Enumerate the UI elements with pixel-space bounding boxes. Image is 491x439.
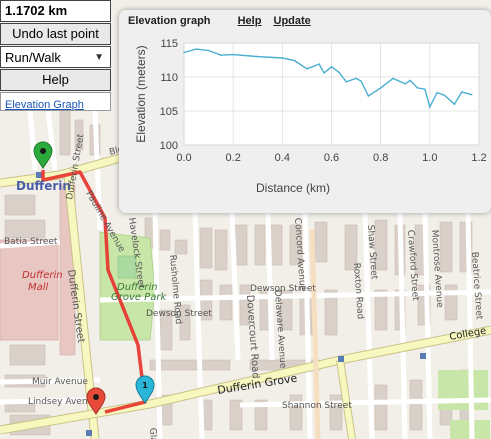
elevation-point bbox=[379, 87, 382, 89]
elevation-point bbox=[338, 71, 340, 73]
x-tick-label: 1.0 bbox=[422, 152, 437, 164]
elevation-point bbox=[443, 94, 446, 97]
elevation-point bbox=[345, 81, 348, 83]
y-tick-label: 115 bbox=[160, 38, 178, 50]
elevation-point bbox=[207, 49, 210, 52]
elevation-point bbox=[453, 103, 456, 105]
label-glad: Glad bbox=[147, 428, 158, 439]
elevation-point bbox=[306, 68, 308, 70]
x-tick-label: 0.2 bbox=[226, 152, 241, 164]
x-tick-label: 0.8 bbox=[373, 152, 388, 164]
label-dufferin-grove-park-line2: Grove Park bbox=[111, 292, 167, 303]
elevation-graph-link[interactable]: Elevation Graph bbox=[5, 99, 84, 111]
chevron-down-icon: ▼ bbox=[94, 51, 104, 63]
label-dufferin-station: Dufferin bbox=[16, 179, 71, 193]
elevation-point bbox=[183, 51, 185, 54]
label-shannon-street: Shannon Street bbox=[282, 401, 352, 411]
label-muir-avenue: Muir Avenue bbox=[32, 377, 88, 387]
elevation-point bbox=[355, 77, 357, 80]
elevation-point bbox=[367, 95, 370, 97]
route-controls: 1.1702 km Undo last point Run/Walk ▼ Hel… bbox=[0, 0, 111, 111]
elevation-point bbox=[323, 72, 325, 74]
elevation-point bbox=[461, 91, 463, 93]
label-dufferin-mall-line1: Dufferin bbox=[22, 270, 63, 281]
y-tick-label: 110 bbox=[160, 72, 178, 84]
undo-last-point-button[interactable]: Undo last point bbox=[0, 23, 111, 45]
elevation-point bbox=[318, 63, 320, 65]
x-tick-label: 0.4 bbox=[275, 152, 290, 164]
elevation-point bbox=[436, 91, 439, 94]
y-tick-labels: 100 105 110 115 bbox=[160, 38, 178, 152]
elevation-point bbox=[424, 88, 426, 90]
label-dufferin-mall-line2: Mall bbox=[28, 282, 49, 293]
park-area-east bbox=[438, 370, 488, 410]
end-marker-number: 1 bbox=[142, 381, 148, 390]
elevation-point bbox=[232, 53, 234, 56]
y-axis-label: Elevation (meters) bbox=[134, 45, 148, 142]
mode-select[interactable]: Run/Walk ▼ bbox=[0, 46, 111, 68]
elevation-point bbox=[281, 57, 284, 59]
y-tick-label: 100 bbox=[160, 140, 178, 152]
elevation-graph-link-box: Elevation Graph bbox=[0, 92, 111, 111]
x-tick-label: 0.0 bbox=[176, 152, 191, 164]
elevation-point bbox=[470, 93, 473, 96]
elevation-chart: 100 105 110 115 0.0 0.2 0.4 0.6 0.8 1.0 1.2 Dista… bbox=[134, 38, 487, 195]
elevation-point bbox=[330, 66, 333, 68]
elevation-point bbox=[220, 54, 222, 56]
x-tick-label: 0.6 bbox=[324, 152, 339, 164]
elevation-point bbox=[416, 87, 419, 89]
elevation-point bbox=[293, 59, 296, 62]
elevation-point bbox=[409, 79, 412, 82]
elevation-point bbox=[404, 83, 407, 85]
label-batia-street: Batia Street bbox=[4, 237, 58, 247]
x-tick-label: 1.2 bbox=[471, 152, 486, 164]
mode-select-value: Run/Walk bbox=[5, 49, 61, 65]
help-button[interactable]: Help bbox=[0, 69, 111, 91]
elevation-point bbox=[392, 77, 394, 80]
elevation-point bbox=[360, 80, 362, 82]
elevation-graph-panel: Elevation graph Help Update 100 105 110 115… bbox=[119, 10, 491, 213]
elevation-point bbox=[429, 106, 431, 108]
x-axis-label: Distance (km) bbox=[256, 181, 330, 195]
distance-display: 1.1702 km bbox=[0, 0, 111, 22]
y-tick-label: 105 bbox=[160, 106, 178, 118]
elevation-point bbox=[257, 55, 259, 58]
elevation-point bbox=[195, 48, 198, 50]
x-tick-labels: 0.0 0.2 0.4 0.6 0.8 1.0 1.2 bbox=[176, 152, 486, 164]
